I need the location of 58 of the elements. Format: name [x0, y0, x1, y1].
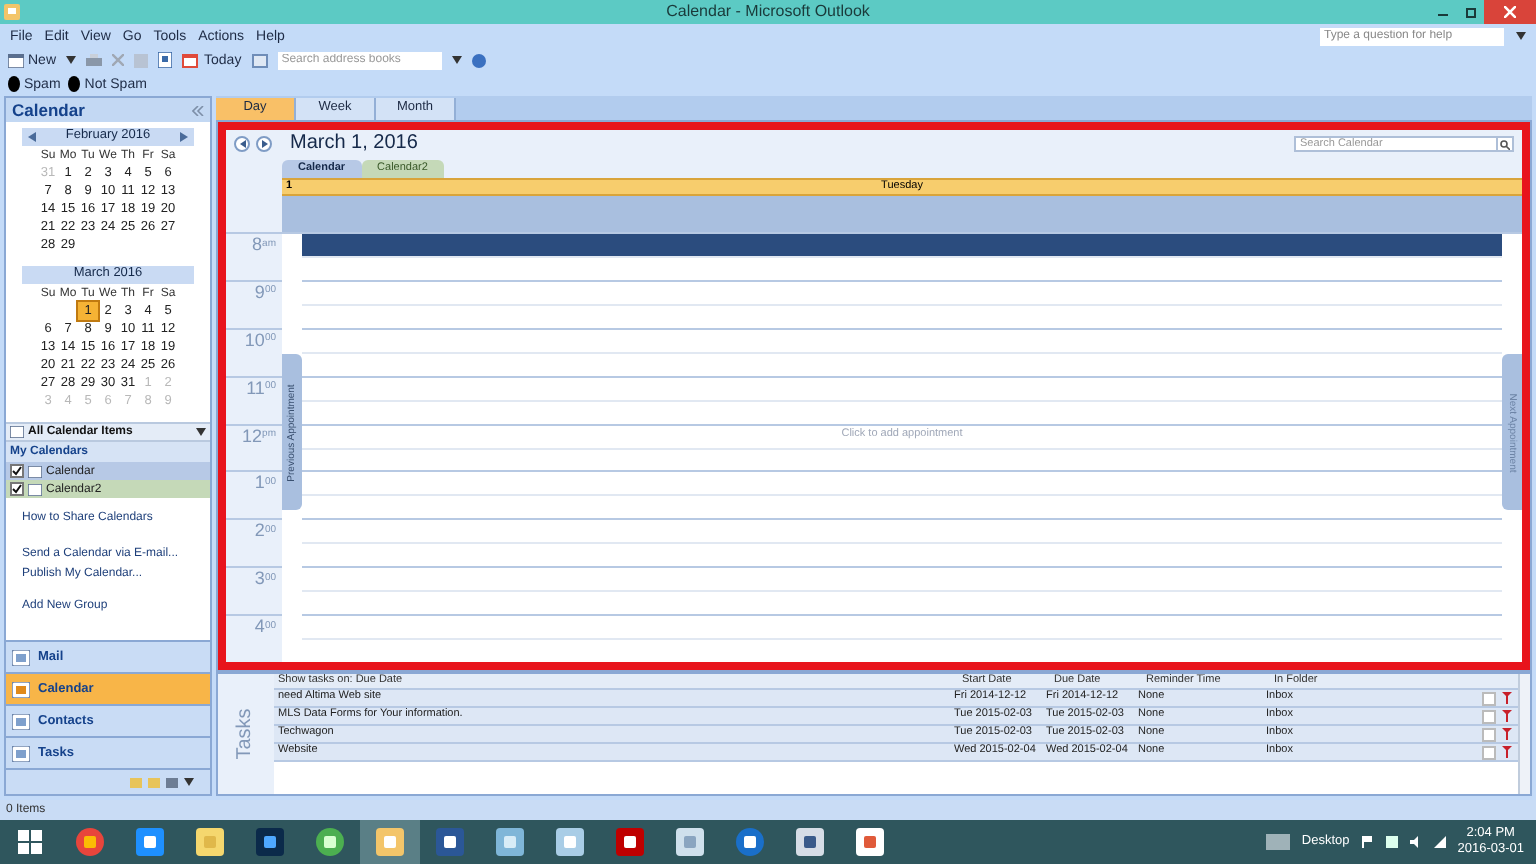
forward-button[interactable]	[256, 136, 272, 152]
checkbox[interactable]	[10, 482, 24, 496]
round-logo-icon	[76, 828, 104, 856]
flag-icon[interactable]	[1361, 836, 1374, 848]
round-app-icon	[316, 828, 344, 856]
hour-label: 8$^{am}$	[252, 236, 276, 258]
nav-icon	[12, 649, 30, 665]
square-app-icon	[256, 828, 284, 856]
hour-label: 10$^{00}$	[244, 331, 276, 354]
search-icon	[1500, 139, 1510, 149]
right-arrow-icon	[261, 140, 267, 148]
square-app-icon	[616, 828, 644, 856]
hour-label: 3$^{00}$	[254, 570, 276, 593]
windows-logo-icon	[18, 830, 42, 854]
hour-label: 12$^{pm}$	[242, 427, 276, 450]
calendar-icon	[8, 53, 24, 67]
nav-icon	[12, 745, 30, 761]
hour-label: 4$^{00}$	[254, 618, 276, 641]
hour-label: 1$^{00}$	[254, 474, 276, 497]
calendar-icon	[182, 53, 199, 67]
left-arrow-icon	[239, 140, 245, 148]
checkbox[interactable]	[1482, 709, 1496, 723]
time-slot[interactable]	[302, 232, 1502, 280]
hour-label: 11$^{00}$	[246, 379, 276, 402]
signal-icon[interactable]	[1433, 836, 1446, 848]
dot-icon	[68, 76, 81, 92]
round-app-icon	[736, 828, 764, 856]
next-month-icon[interactable]	[180, 132, 188, 142]
checkbox[interactable]	[1482, 745, 1496, 759]
back-button[interactable]	[234, 136, 250, 152]
close-button[interactable]	[1484, 0, 1536, 24]
hour-label: 9$^{00}$	[254, 283, 276, 306]
scrollbar[interactable]	[1518, 674, 1530, 794]
dropdown-caret-icon[interactable]	[451, 56, 462, 64]
close-icon	[1504, 6, 1516, 18]
pane-title: Calendar	[12, 101, 85, 119]
previous-month-icon[interactable]	[28, 132, 36, 142]
configure-caret-icon[interactable]	[184, 778, 194, 786]
help-icon[interactable]	[471, 53, 486, 67]
hour-label: 2$^{00}$	[254, 522, 276, 545]
dot-icon	[8, 76, 20, 92]
checkbox[interactable]	[10, 464, 24, 478]
checkbox[interactable]	[1482, 691, 1496, 705]
speaker-icon[interactable]	[1409, 836, 1422, 848]
window-title: Calendar - Microsoft Outlook	[666, 4, 870, 20]
nav-icon	[12, 681, 30, 697]
checkbox[interactable]	[1482, 727, 1496, 741]
calendar-icon	[10, 426, 24, 438]
date-heading: March 1, 2016	[290, 134, 418, 154]
app-icon	[4, 4, 20, 20]
taskbar-button[interactable]	[360, 820, 420, 864]
dropdown-caret-icon[interactable]	[1516, 32, 1526, 40]
search-button[interactable]	[1498, 136, 1514, 152]
nav-icon	[12, 713, 30, 729]
tasks-label: Tasks	[236, 708, 256, 760]
dropdown-caret-icon[interactable]	[196, 428, 206, 436]
tile-icon	[496, 828, 524, 856]
dropdown-caret-icon[interactable]	[66, 56, 77, 64]
